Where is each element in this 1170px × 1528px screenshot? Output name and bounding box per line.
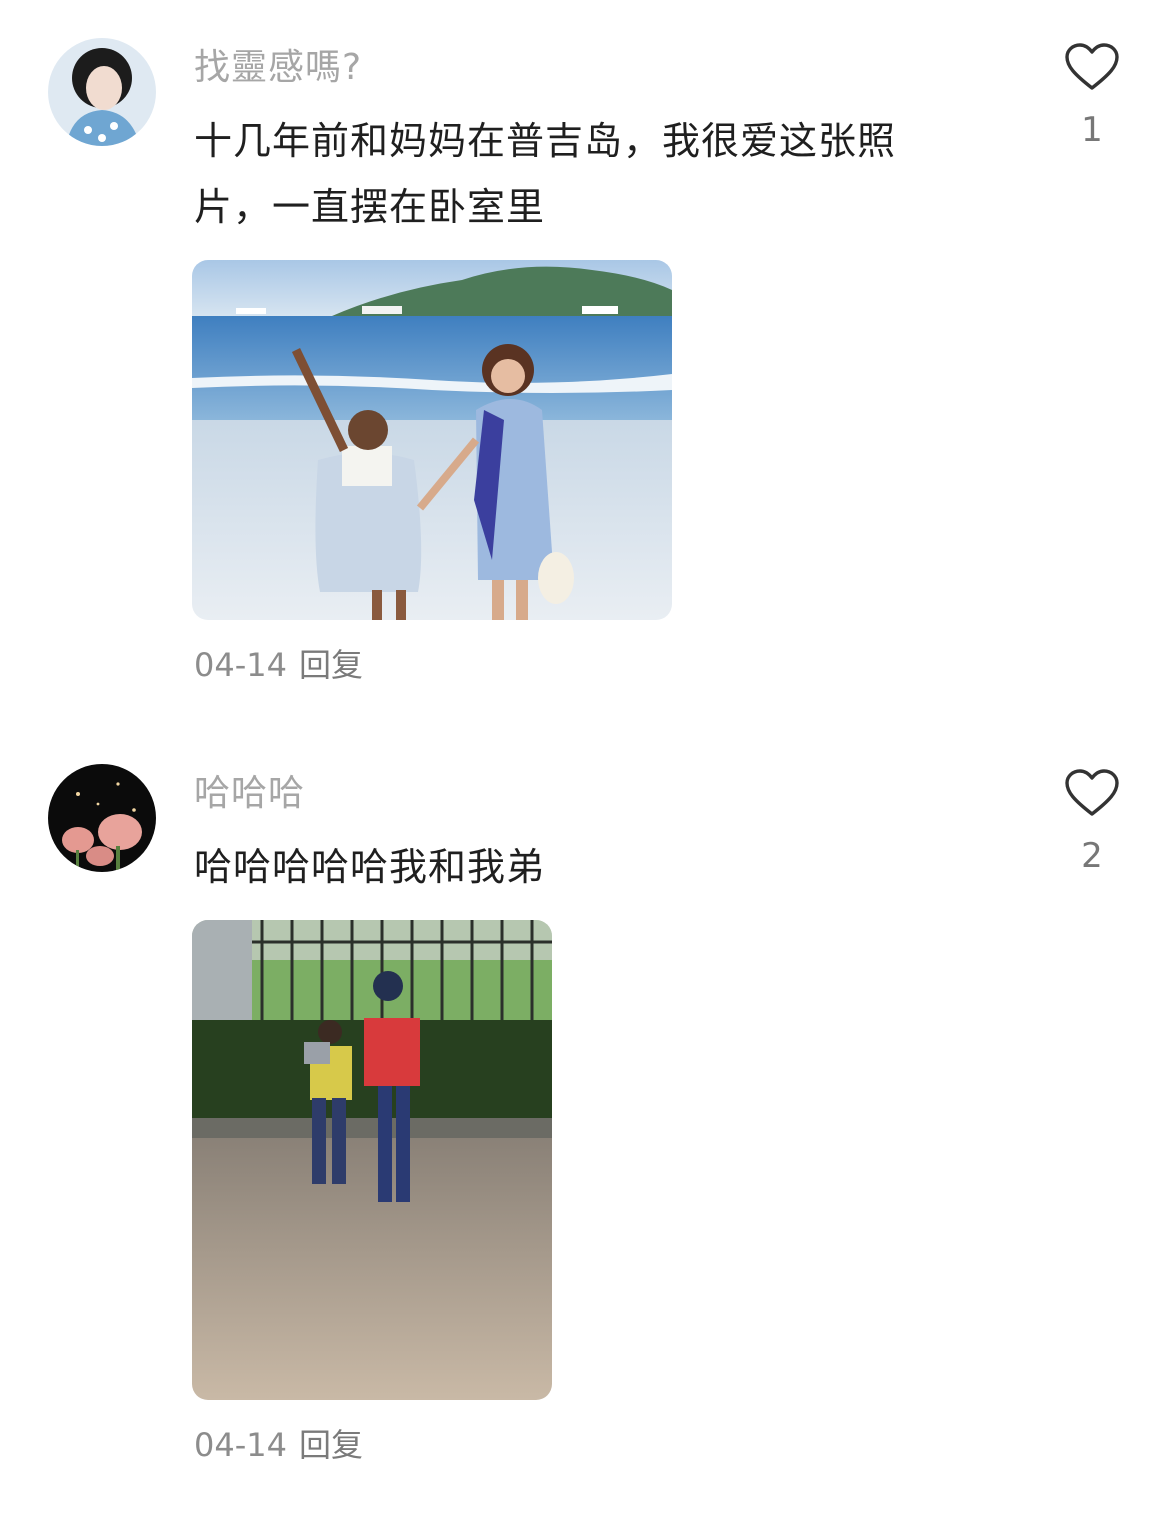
comment-username[interactable]: 找靈感嗎? <box>194 44 362 92</box>
comment-date: 04-14 <box>194 1426 287 1464</box>
comment-username[interactable]: 哈哈哈 <box>194 770 305 818</box>
like-count: 2 <box>1081 836 1103 876</box>
like-count: 1 <box>1081 110 1103 150</box>
like-button[interactable]: 2 <box>1060 768 1124 876</box>
comment-meta: 04-14 回复 <box>194 1420 363 1466</box>
comment-text: 十几年前和妈妈在普吉岛，我很爱这张照片，一直摆在卧室里 <box>194 119 897 229</box>
comment-date: 04-14 <box>194 646 287 684</box>
heart-outline-icon[interactable] <box>1060 42 1124 92</box>
reply-button[interactable]: 回复 <box>299 646 363 684</box>
comment-meta: 04-14 回复 <box>194 640 363 686</box>
comment-photo[interactable] <box>192 260 672 620</box>
reply-button[interactable]: 回复 <box>299 1426 363 1464</box>
like-button[interactable]: 1 <box>1060 42 1124 150</box>
heart-outline-icon[interactable] <box>1060 768 1124 818</box>
avatar[interactable] <box>48 38 156 146</box>
comment-photo[interactable] <box>192 920 552 1400</box>
avatar[interactable] <box>48 764 156 872</box>
comment-text: 哈哈哈哈哈我和我弟 <box>194 845 546 889</box>
